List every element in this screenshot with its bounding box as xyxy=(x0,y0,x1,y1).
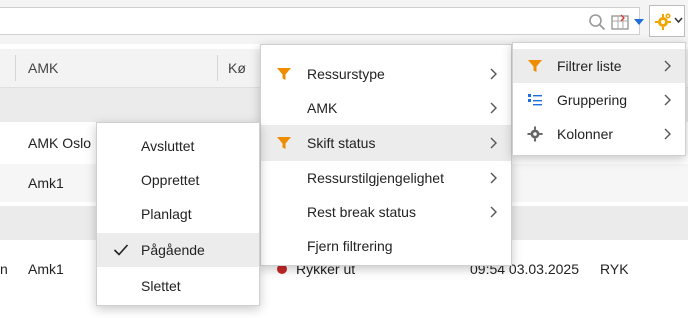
gear-icon xyxy=(527,126,543,142)
cell-amk: AMK Oslo xyxy=(28,135,92,151)
menu-item-avsluttet[interactable]: Avsluttet xyxy=(97,129,259,163)
menu-item-ressurstilgjengelighet[interactable]: Ressurstilgjengelighet xyxy=(261,161,511,195)
filter-icon xyxy=(528,60,542,72)
menu-item-slettet[interactable]: Slettet xyxy=(97,269,259,303)
chevron-right-icon xyxy=(664,60,671,72)
chevron-right-icon xyxy=(490,102,497,114)
menu-item-filtrer-liste[interactable]: Filtrer liste xyxy=(513,49,685,83)
chevron-right-icon xyxy=(664,94,671,106)
menu-item-label: Kolonner xyxy=(557,126,614,142)
menu-item-opprettet[interactable]: Opprettet xyxy=(97,163,259,197)
menu-item-label: Skift status xyxy=(307,135,376,151)
menu-item-planlagt[interactable]: Planlagt xyxy=(97,197,259,231)
column-separator[interactable] xyxy=(15,55,16,81)
menu-item-rest-break-status[interactable]: Rest break status xyxy=(261,195,511,229)
menu-item-label: Avsluttet xyxy=(141,138,195,154)
filter-attribute-menu: Ressurstype AMK Skift status Ressurstilg… xyxy=(260,44,512,266)
menu-item-label: Fjern filtrering xyxy=(307,238,393,254)
chevron-right-icon xyxy=(490,137,497,149)
chevron-right-icon xyxy=(664,128,671,140)
menu-item-pagaende[interactable]: Pågående xyxy=(97,233,259,267)
menu-item-label: Gruppering xyxy=(557,92,628,108)
search-input[interactable] xyxy=(0,7,640,35)
menu-item-gruppering[interactable]: Gruppering xyxy=(513,83,685,117)
filter-icon xyxy=(277,137,291,149)
cell-prefix: n xyxy=(0,261,8,277)
chevron-down-icon xyxy=(674,17,683,24)
cell-code: RYK xyxy=(600,261,629,277)
menu-item-label: Slettet xyxy=(141,278,181,294)
column-header-queue[interactable]: Kø xyxy=(228,49,246,87)
menu-item-fjern-filtrering[interactable]: Fjern filtrering xyxy=(261,229,511,263)
dropdown-arrow-icon[interactable] xyxy=(632,11,646,33)
column-header-amk[interactable]: AMK xyxy=(28,49,58,87)
search-icon[interactable] xyxy=(586,11,608,33)
gear-icon xyxy=(655,13,671,30)
chevron-right-icon xyxy=(490,172,497,184)
map-icon[interactable] xyxy=(608,11,632,33)
settings-button[interactable] xyxy=(649,5,685,37)
toolbar xyxy=(0,0,688,44)
menu-item-skift-status[interactable]: Skift status xyxy=(261,125,511,161)
menu-item-ressurstype[interactable]: Ressurstype xyxy=(261,57,511,91)
settings-menu: Filtrer liste Gruppering Kolonner xyxy=(512,42,686,156)
chevron-right-icon xyxy=(490,206,497,218)
column-separator[interactable] xyxy=(217,55,218,81)
chevron-right-icon xyxy=(490,68,497,80)
grouping-icon xyxy=(528,94,542,106)
menu-item-label: Filtrer liste xyxy=(557,58,622,74)
status-filter-menu: Avsluttet Opprettet Planlagt Pågående Sl… xyxy=(96,122,260,306)
menu-item-amk[interactable]: AMK xyxy=(261,91,511,125)
cell-amk: Amk1 xyxy=(28,261,64,277)
menu-item-kolonner[interactable]: Kolonner xyxy=(513,117,685,151)
cell-amk: Amk1 xyxy=(28,175,64,191)
menu-item-label: AMK xyxy=(307,100,338,116)
menu-item-label: Pågående xyxy=(141,242,205,258)
menu-item-label: Ressurstype xyxy=(307,66,385,82)
menu-item-label: Ressurstilgjengelighet xyxy=(307,170,444,186)
menu-item-label: Opprettet xyxy=(141,172,200,188)
filter-icon xyxy=(277,68,291,80)
menu-item-label: Planlagt xyxy=(141,206,192,222)
checkmark-icon xyxy=(113,244,129,256)
menu-item-label: Rest break status xyxy=(307,204,416,220)
